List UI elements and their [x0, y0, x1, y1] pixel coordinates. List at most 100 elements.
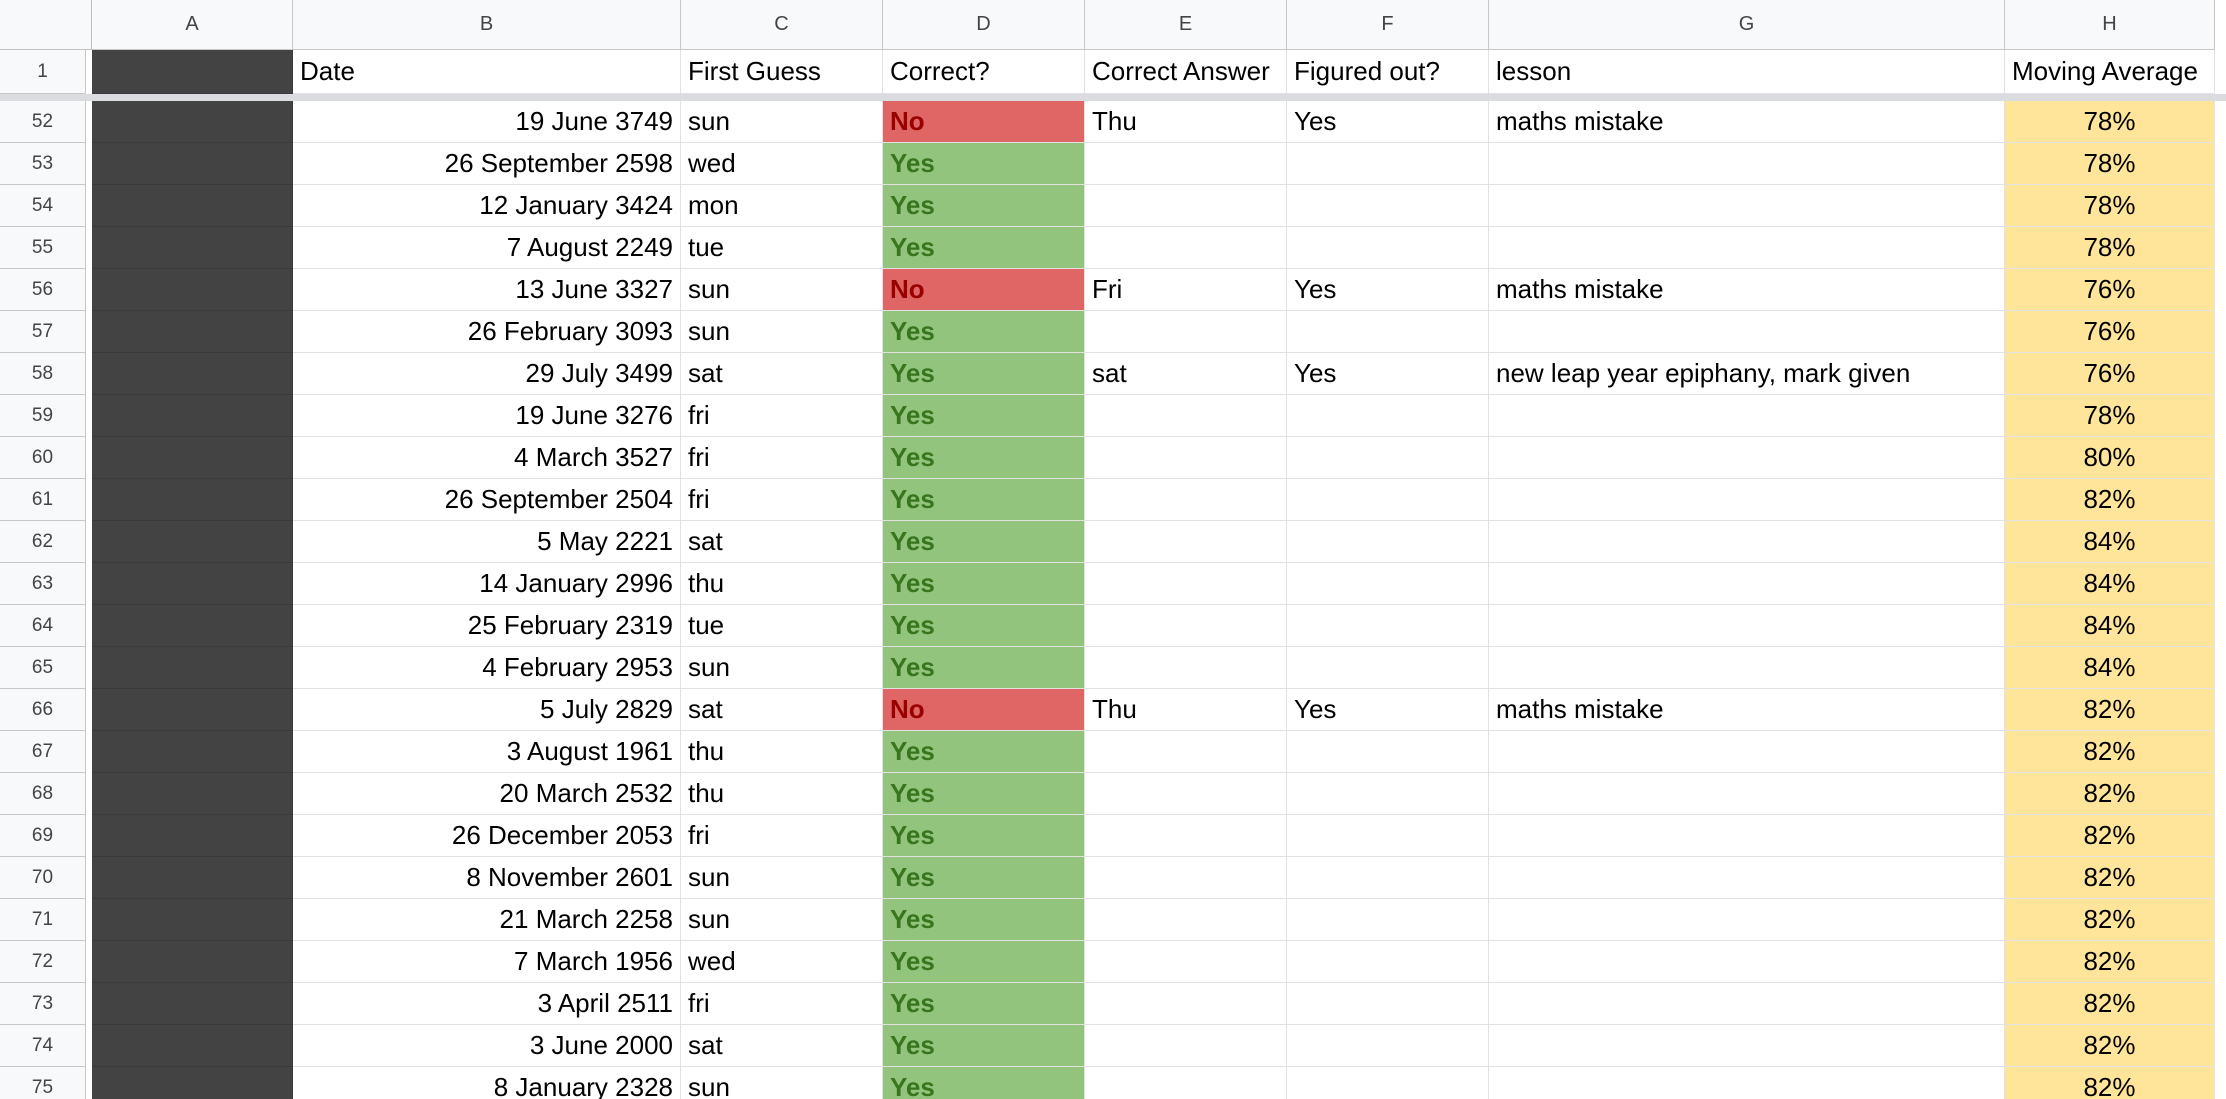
first-guess-cell[interactable]: fri — [681, 437, 883, 479]
figured-out-cell[interactable] — [1287, 437, 1489, 479]
correct-cell[interactable]: Yes — [883, 605, 1085, 647]
row-header[interactable]: 61 — [0, 479, 86, 521]
first-guess-cell[interactable]: sun — [681, 101, 883, 143]
figured-out-cell[interactable]: Yes — [1287, 689, 1489, 731]
date-cell[interactable]: 14 January 2996 — [293, 563, 681, 605]
figured-out-cell[interactable] — [1287, 941, 1489, 983]
correct-cell[interactable]: Yes — [883, 479, 1085, 521]
header-cell-e[interactable]: Correct Answer — [1085, 50, 1287, 94]
row-header[interactable]: 72 — [0, 941, 86, 983]
correct-answer-cell[interactable] — [1085, 227, 1287, 269]
column-header-d[interactable]: D — [883, 0, 1085, 50]
moving-average-cell[interactable]: 82% — [2005, 773, 2215, 815]
col-a-cell[interactable] — [92, 395, 293, 437]
row-header[interactable]: 73 — [0, 983, 86, 1025]
moving-average-cell[interactable]: 82% — [2005, 983, 2215, 1025]
lesson-cell[interactable] — [1489, 563, 2005, 605]
date-cell[interactable]: 5 July 2829 — [293, 689, 681, 731]
col-a-cell[interactable] — [92, 857, 293, 899]
row-header[interactable]: 63 — [0, 563, 86, 605]
correct-cell[interactable]: Yes — [883, 773, 1085, 815]
lesson-cell[interactable]: maths mistake — [1489, 269, 2005, 311]
correct-cell[interactable]: Yes — [883, 437, 1085, 479]
moving-average-cell[interactable]: 84% — [2005, 605, 2215, 647]
correct-cell[interactable]: Yes — [883, 647, 1085, 689]
col-a-cell[interactable] — [92, 185, 293, 227]
moving-average-cell[interactable]: 76% — [2005, 269, 2215, 311]
figured-out-cell[interactable] — [1287, 521, 1489, 563]
date-cell[interactable]: 26 February 3093 — [293, 311, 681, 353]
correct-answer-cell[interactable]: sat — [1085, 353, 1287, 395]
correct-answer-cell[interactable]: Fri — [1085, 269, 1287, 311]
date-cell[interactable]: 5 May 2221 — [293, 521, 681, 563]
correct-answer-cell[interactable] — [1085, 311, 1287, 353]
moving-average-cell[interactable]: 82% — [2005, 1025, 2215, 1067]
row-header[interactable]: 58 — [0, 353, 86, 395]
figured-out-cell[interactable] — [1287, 647, 1489, 689]
correct-cell[interactable]: Yes — [883, 941, 1085, 983]
first-guess-cell[interactable]: wed — [681, 941, 883, 983]
col-a-cell[interactable] — [92, 983, 293, 1025]
column-header-g[interactable]: G — [1489, 0, 2005, 50]
row-header[interactable]: 74 — [0, 1025, 86, 1067]
date-cell[interactable]: 19 June 3749 — [293, 101, 681, 143]
date-cell[interactable]: 7 March 1956 — [293, 941, 681, 983]
correct-answer-cell[interactable] — [1085, 437, 1287, 479]
figured-out-cell[interactable] — [1287, 857, 1489, 899]
date-cell[interactable]: 21 March 2258 — [293, 899, 681, 941]
header-cell-h[interactable]: Moving Average — [2005, 50, 2215, 94]
first-guess-cell[interactable]: sun — [681, 1067, 883, 1099]
figured-out-cell[interactable] — [1287, 773, 1489, 815]
date-cell[interactable]: 25 February 2319 — [293, 605, 681, 647]
col-a-cell[interactable] — [92, 899, 293, 941]
moving-average-cell[interactable]: 78% — [2005, 143, 2215, 185]
first-guess-cell[interactable]: fri — [681, 395, 883, 437]
date-cell[interactable]: 8 January 2328 — [293, 1067, 681, 1099]
figured-out-cell[interactable]: Yes — [1287, 269, 1489, 311]
lesson-cell[interactable] — [1489, 731, 2005, 773]
figured-out-cell[interactable] — [1287, 563, 1489, 605]
correct-answer-cell[interactable] — [1085, 773, 1287, 815]
date-cell[interactable]: 13 June 3327 — [293, 269, 681, 311]
row-header[interactable]: 71 — [0, 899, 86, 941]
date-cell[interactable]: 20 March 2532 — [293, 773, 681, 815]
header-cell-f[interactable]: Figured out? — [1287, 50, 1489, 94]
row-header[interactable]: 66 — [0, 689, 86, 731]
moving-average-cell[interactable]: 84% — [2005, 647, 2215, 689]
date-cell[interactable]: 3 April 2511 — [293, 983, 681, 1025]
moving-average-cell[interactable]: 82% — [2005, 815, 2215, 857]
date-cell[interactable]: 26 September 2504 — [293, 479, 681, 521]
date-cell[interactable]: 8 November 2601 — [293, 857, 681, 899]
header-cell-g[interactable]: lesson — [1489, 50, 2005, 94]
first-guess-cell[interactable]: thu — [681, 563, 883, 605]
first-guess-cell[interactable]: fri — [681, 815, 883, 857]
row-header[interactable]: 64 — [0, 605, 86, 647]
col-a-cell[interactable] — [92, 227, 293, 269]
moving-average-cell[interactable]: 82% — [2005, 1067, 2215, 1099]
moving-average-cell[interactable]: 76% — [2005, 311, 2215, 353]
lesson-cell[interactable]: new leap year epiphany, mark given — [1489, 353, 2005, 395]
correct-cell[interactable]: Yes — [883, 143, 1085, 185]
moving-average-cell[interactable]: 78% — [2005, 101, 2215, 143]
col-a-cell[interactable] — [92, 773, 293, 815]
correct-answer-cell[interactable] — [1085, 479, 1287, 521]
first-guess-cell[interactable]: tue — [681, 605, 883, 647]
figured-out-cell[interactable]: Yes — [1287, 101, 1489, 143]
correct-answer-cell[interactable] — [1085, 1025, 1287, 1067]
figured-out-cell[interactable] — [1287, 1067, 1489, 1099]
row-header[interactable]: 75 — [0, 1067, 86, 1099]
lesson-cell[interactable]: maths mistake — [1489, 101, 2005, 143]
first-guess-cell[interactable]: thu — [681, 773, 883, 815]
correct-cell[interactable]: Yes — [883, 1067, 1085, 1099]
figured-out-cell[interactable]: Yes — [1287, 353, 1489, 395]
correct-answer-cell[interactable]: Thu — [1085, 689, 1287, 731]
col-a-cell[interactable] — [92, 605, 293, 647]
correct-cell[interactable]: Yes — [883, 185, 1085, 227]
lesson-cell[interactable] — [1489, 185, 2005, 227]
correct-answer-cell[interactable] — [1085, 143, 1287, 185]
row-header[interactable]: 59 — [0, 395, 86, 437]
moving-average-cell[interactable]: 82% — [2005, 899, 2215, 941]
lesson-cell[interactable] — [1489, 143, 2005, 185]
correct-cell[interactable]: Yes — [883, 731, 1085, 773]
correct-answer-cell[interactable] — [1085, 815, 1287, 857]
